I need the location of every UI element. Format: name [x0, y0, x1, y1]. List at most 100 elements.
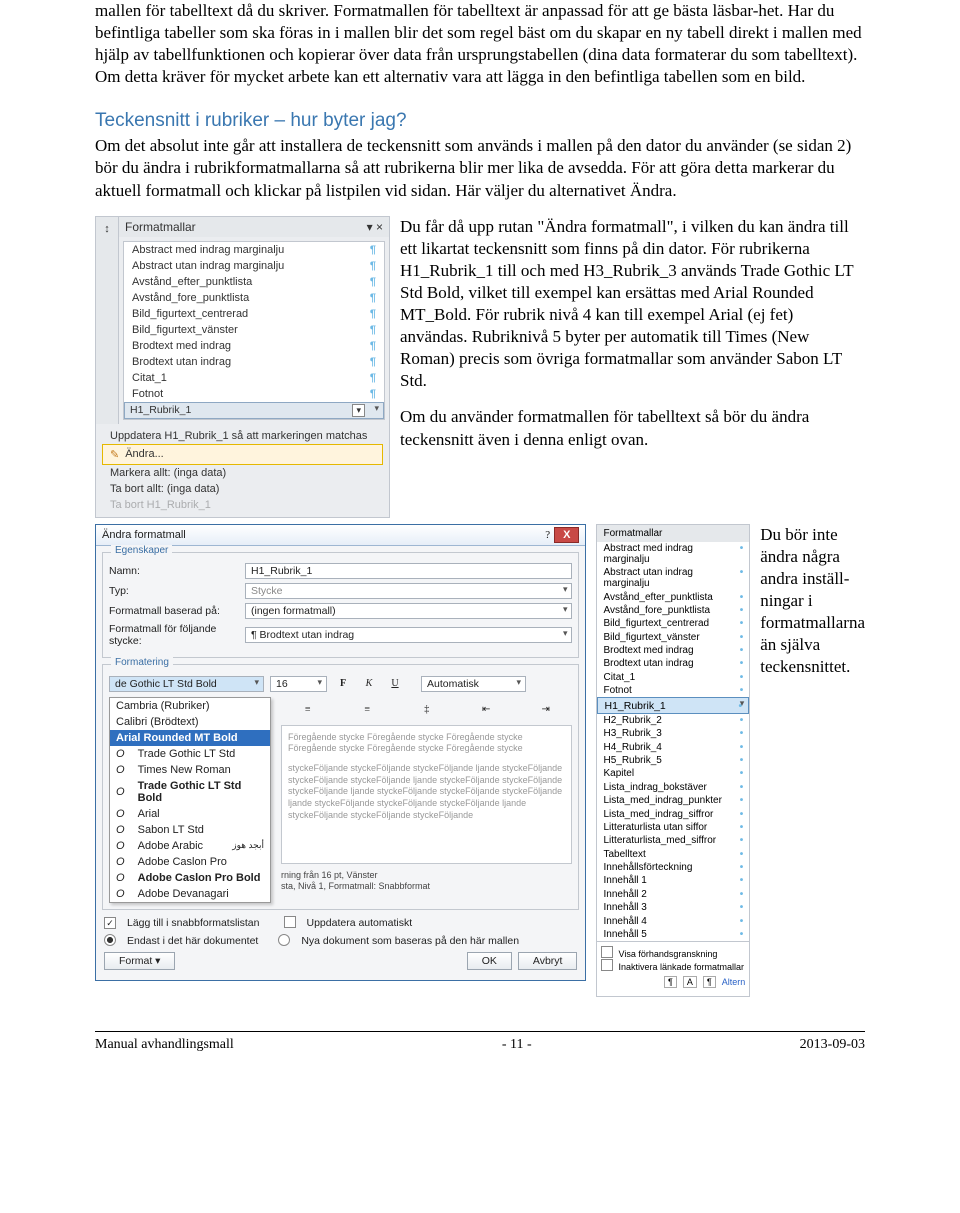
font-select[interactable]: de Gothic LT Std Bold — [109, 676, 264, 692]
style-item[interactable]: H5_Rubrik_5• — [597, 754, 749, 767]
style-item[interactable]: Kapitel• — [597, 767, 749, 780]
cancel-button[interactable]: Avbryt — [518, 952, 578, 970]
font-option[interactable]: O Sabon LT Std — [110, 822, 270, 838]
style-item[interactable]: Lista_med_indrag_siffror• — [597, 807, 749, 820]
style-item[interactable]: Brodtext utan indrag• — [597, 657, 749, 670]
font-option[interactable]: O Adobe Devanagari — [110, 886, 270, 902]
format-button[interactable]: Format ▾ — [104, 952, 175, 970]
style-item[interactable]: Avstånd_efter_punktlista¶ — [124, 274, 384, 290]
style-item[interactable]: Abstract utan indrag marginalju• — [597, 566, 749, 590]
align-left-icon[interactable]: ≡ — [298, 701, 318, 719]
style-item[interactable]: Bild_figurtext_centrerad• — [597, 617, 749, 630]
style-item[interactable]: Lista_med_indrag_punkter• — [597, 794, 749, 807]
font-option[interactable]: O Adobe Arabicأبجد هوز — [110, 838, 270, 854]
style-item[interactable]: Litteraturlista_med_siffror• — [597, 834, 749, 847]
name-input[interactable]: H1_Rubrik_1 — [245, 563, 572, 579]
styles-list[interactable]: Abstract med indrag marginalju¶Abstract … — [123, 241, 385, 420]
indent-inc-icon[interactable]: ⇥ — [536, 701, 556, 719]
font-option[interactable]: O Adobe Caslon Pro Bold — [110, 870, 270, 886]
panel2-header: Formatmallar — [597, 525, 749, 542]
style-item[interactable]: Fotnot¶ — [124, 386, 384, 402]
style-item[interactable]: Abstract utan indrag marginalju¶ — [124, 258, 384, 274]
following-select[interactable]: ¶ Brodtext utan indrag — [245, 627, 572, 643]
italic-button[interactable]: K — [359, 675, 379, 693]
style-item[interactable]: Avstånd_fore_punktlista¶ — [124, 290, 384, 306]
paragraph: Du får då upp rutan "Ändra formatmall", … — [400, 216, 865, 393]
style-item[interactable]: Brodtext utan indrag¶ — [124, 354, 384, 370]
style-tool-icon[interactable]: A — [683, 976, 697, 988]
panel-header: Formatmallar▾ × — [119, 217, 389, 237]
quicklist-checkbox[interactable] — [104, 916, 121, 929]
font-option[interactable]: O Adobe Caslon Pro — [110, 854, 270, 870]
format-summary: rning från 16 pt, Vänstersta, Nivå 1, Fo… — [281, 870, 572, 893]
style-item[interactable]: Brodtext med indrag• — [597, 644, 749, 657]
font-dropdown[interactable]: Cambria (Rubriker) Calibri (Brödtext) Ar… — [109, 697, 271, 903]
style-item[interactable]: Tabelltext• — [597, 848, 749, 861]
color-select[interactable]: Automatisk — [421, 676, 526, 692]
indent-dec-icon[interactable]: ⇤ — [476, 701, 496, 719]
style-item[interactable]: Bild_figurtext_vänster¶ — [124, 322, 384, 338]
ctx-rmall[interactable]: Ta bort allt: (inga data) — [102, 481, 383, 497]
altern-link[interactable]: Altern — [722, 977, 746, 987]
font-option-selected[interactable]: Arial Rounded MT Bold — [110, 730, 270, 746]
font-option[interactable]: O Times New Roman — [110, 762, 270, 778]
bold-button[interactable]: F — [333, 675, 353, 693]
paragraph: mallen för tabelltext då du skriver. For… — [95, 0, 865, 88]
style-item[interactable]: Avstånd_fore_punktlista• — [597, 604, 749, 617]
heading-typeface: Teckensnitt i rubriker – hur byter jag? — [95, 110, 865, 132]
style-item[interactable]: H1_Rubrik_1• — [597, 697, 749, 713]
basedon-select[interactable]: (ingen formatmall) — [245, 603, 572, 619]
font-option[interactable]: Calibri (Brödtext) — [110, 714, 270, 730]
style-item[interactable]: Bild_figurtext_vänster• — [597, 631, 749, 644]
paragraph: Du bör inte ändra några andra inställ-ni… — [760, 524, 865, 679]
font-option[interactable]: O Trade Gothic LT Std — [110, 746, 270, 762]
style-item[interactable]: H4_Rubrik_4• — [597, 741, 749, 754]
align-center-icon[interactable]: ≡ — [357, 701, 377, 719]
style-item[interactable]: Citat_1¶ — [124, 370, 384, 386]
inactivate-checkbox[interactable] — [601, 962, 618, 972]
ctx-update[interactable]: Uppdatera H1_Rubrik_1 så att markeringen… — [102, 428, 383, 444]
help-icon[interactable]: ? — [545, 529, 550, 541]
style-tool-icon[interactable]: ¶ — [664, 976, 677, 988]
style-item[interactable]: Innehåll 2• — [597, 888, 749, 901]
panel-controls[interactable]: ▾ × — [367, 220, 383, 234]
style-item[interactable]: Innehållsförteckning• — [597, 861, 749, 874]
font-option[interactable]: O Arial — [110, 806, 270, 822]
style-item[interactable]: Innehåll 1• — [597, 874, 749, 887]
font-option[interactable]: Cambria (Rubriker) — [110, 698, 270, 714]
style-item[interactable]: H2_Rubrik_2• — [597, 714, 749, 727]
footer-date: 2013-09-03 — [800, 1037, 865, 1053]
style-item[interactable]: H3_Rubrik_3• — [597, 727, 749, 740]
template-radio[interactable] — [278, 934, 295, 948]
ctx-markall[interactable]: Markera allt: (inga data) — [102, 465, 383, 481]
autoupdate-checkbox[interactable] — [284, 916, 301, 930]
close-icon[interactable]: X — [554, 527, 579, 543]
panel-sidebar-icon: ↕ — [96, 217, 119, 424]
style-item[interactable]: Brodtext med indrag¶ — [124, 338, 384, 354]
ok-button[interactable]: OK — [467, 952, 512, 970]
style-item[interactable]: Innehåll 3• — [597, 901, 749, 914]
style-item[interactable]: Bild_figurtext_centrerad¶ — [124, 306, 384, 322]
styles-panel-2: Formatmallar Abstract med indrag margina… — [596, 524, 750, 998]
style-item[interactable]: Abstract med indrag marginalju• — [597, 542, 749, 566]
linespacing-icon[interactable]: ‡ — [417, 701, 437, 719]
style-tool-icon[interactable]: ¶ — [703, 976, 716, 988]
style-item[interactable]: Innehåll 4• — [597, 914, 749, 927]
styles-list-2[interactable]: Abstract med indrag marginalju•Abstract … — [597, 542, 749, 942]
preview-checkbox[interactable] — [601, 949, 618, 959]
ctx-edit[interactable]: ✎Ändra... — [102, 444, 383, 465]
ctx-del[interactable]: Ta bort H1_Rubrik_1 — [102, 497, 383, 513]
font-option[interactable]: O Trade Gothic LT Std Bold — [110, 778, 270, 806]
style-item[interactable]: Avstånd_efter_punktlista• — [597, 590, 749, 603]
type-select[interactable]: Stycke — [245, 583, 572, 599]
style-item[interactable]: Abstract med indrag marginalju¶ — [124, 242, 384, 258]
doc-radio[interactable] — [104, 934, 121, 948]
underline-button[interactable]: U — [385, 675, 405, 693]
style-item[interactable]: Fotnot• — [597, 684, 749, 697]
style-item[interactable]: Citat_1• — [597, 671, 749, 684]
style-item[interactable]: Litteraturlista utan siffor• — [597, 821, 749, 834]
size-select[interactable]: 16 — [270, 676, 327, 692]
style-item[interactable]: Innehåll 5• — [597, 928, 749, 941]
style-item[interactable]: Lista_indrag_bokstäver• — [597, 781, 749, 794]
style-item-selected[interactable]: H1_Rubrik_1▾ — [124, 402, 384, 419]
